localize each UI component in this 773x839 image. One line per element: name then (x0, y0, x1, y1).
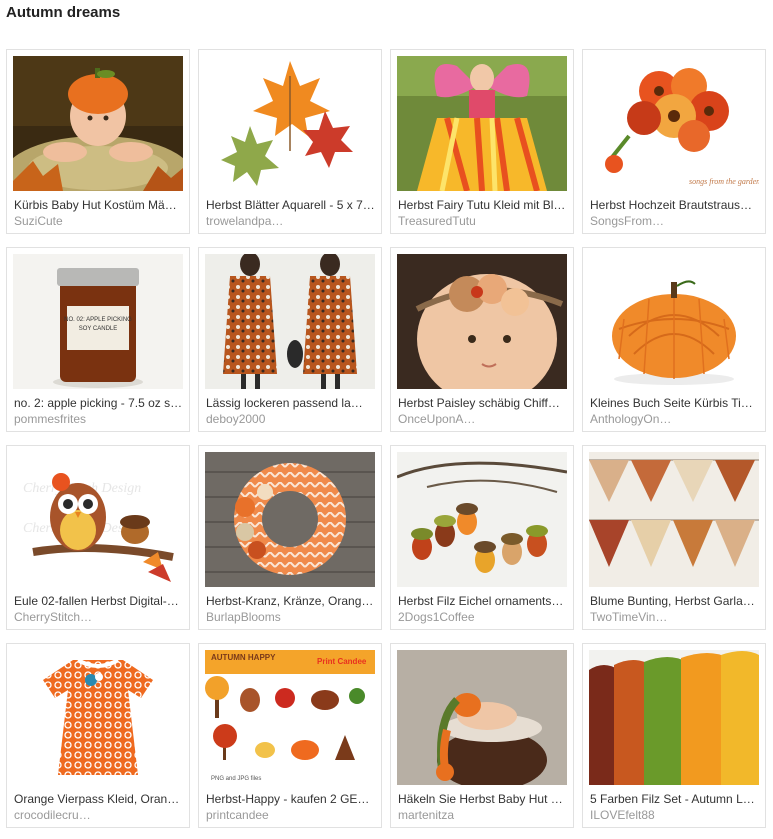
product-card[interactable]: Cherry Stitch Design Cherry Stitch Desig… (6, 445, 190, 630)
product-image[interactable] (205, 452, 375, 587)
product-card[interactable]: NO. 02: APPLE PICKING SOY CANDLE no. 2: … (6, 247, 190, 432)
shop-name[interactable]: ILOVEfelt88 (590, 808, 760, 822)
shop-name[interactable]: OnceUponA… (398, 412, 568, 426)
shop-name[interactable]: deboy2000 (206, 412, 376, 426)
product-image[interactable]: AUTUMN HAPPY Print Candee PNG and JPG fi… (205, 650, 375, 785)
shop-name[interactable]: TreasuredTutu (398, 214, 568, 228)
page-title: Autumn dreams (6, 4, 121, 21)
shop-name[interactable]: CherryStitch… (14, 610, 184, 624)
shop-name[interactable]: martenitza (398, 808, 568, 822)
banner-text: AUTUMN HAPPY (211, 653, 276, 662)
shop-name[interactable]: printcandee (206, 808, 376, 822)
product-title[interactable]: Eule 02-fallen Herbst Digital-… (14, 594, 184, 608)
product-image[interactable] (205, 254, 375, 389)
product-title[interactable]: Lässig lockeren passend la… (206, 396, 376, 410)
product-card[interactable]: 5 Farben Filz Set - Autumn L… ILOVEfelt8… (582, 643, 766, 828)
product-card[interactable]: Herbst Fairy Tutu Kleid mit Bl… Treasure… (390, 49, 574, 234)
shop-name[interactable]: BurlapBlooms (206, 610, 376, 624)
product-card[interactable]: Lässig lockeren passend la… deboy2000 (198, 247, 382, 432)
product-card[interactable]: songs from the garden Herbst Hochzeit Br… (582, 49, 766, 234)
product-image[interactable] (13, 56, 183, 191)
product-image[interactable] (397, 452, 567, 587)
product-image[interactable] (397, 56, 567, 191)
product-image[interactable] (589, 650, 759, 785)
product-title[interactable]: 5 Farben Filz Set - Autumn L… (590, 792, 760, 806)
product-image[interactable] (589, 452, 759, 587)
label-text: NO. 02: APPLE PICKING (64, 317, 132, 323)
product-card[interactable]: Herbst Blätter Aquarell - 5 x 7… trowela… (198, 49, 382, 234)
product-title[interactable]: Herbst-Happy - kaufen 2 GE… (206, 792, 376, 806)
shop-name[interactable]: AnthologyOn… (590, 412, 760, 426)
product-title[interactable]: Herbst Blätter Aquarell - 5 x 7… (206, 198, 376, 212)
product-title[interactable]: Herbst Paisley schäbig Chiff… (398, 396, 568, 410)
product-card[interactable]: Kürbis Baby Hut Kostüm Mä… SuziCute (6, 49, 190, 234)
shop-name[interactable]: TwoTimeVin… (590, 610, 760, 624)
product-title[interactable]: Orange Vierpass Kleid, Oran… (14, 792, 184, 806)
product-title[interactable]: no. 2: apple picking - 7.5 oz s… (14, 396, 184, 410)
product-image[interactable] (397, 650, 567, 785)
item-grid: Kürbis Baby Hut Kostüm Mä… SuziCute Herb… (6, 49, 766, 828)
brand-text: Print Candee (317, 657, 367, 666)
product-title[interactable]: Herbst Fairy Tutu Kleid mit Bl… (398, 198, 568, 212)
product-title[interactable]: Blume Bunting, Herbst Garla… (590, 594, 760, 608)
product-image[interactable]: Cherry Stitch Design Cherry Stitch Desig… (13, 452, 183, 587)
product-card[interactable]: Blume Bunting, Herbst Garla… TwoTimeVin… (582, 445, 766, 630)
product-title[interactable]: Kleines Buch Seite Kürbis Ti… (590, 396, 760, 410)
product-image[interactable] (13, 650, 183, 785)
product-title[interactable]: Herbst Filz Eichel ornaments… (398, 594, 568, 608)
watermark-text: songs from the garden (689, 177, 759, 186)
product-card[interactable]: Kleines Buch Seite Kürbis Ti… AnthologyO… (582, 247, 766, 432)
product-card[interactable]: Herbst-Kranz, Kränze, Orang… BurlapBloom… (198, 445, 382, 630)
product-card[interactable]: Herbst Paisley schäbig Chiff… OnceUponA… (390, 247, 574, 432)
footer-text: PNG and JPG files (211, 776, 261, 782)
product-image[interactable] (205, 56, 375, 191)
shop-name[interactable]: SuziCute (14, 214, 184, 228)
product-title[interactable]: Kürbis Baby Hut Kostüm Mä… (14, 198, 184, 212)
product-title[interactable]: Herbst Hochzeit Brautstraus… (590, 198, 760, 212)
product-title[interactable]: Häkeln Sie Herbst Baby Hut … (398, 792, 568, 806)
product-title[interactable]: Herbst-Kranz, Kränze, Orang… (206, 594, 376, 608)
shop-name[interactable]: pommesfrites (14, 412, 184, 426)
shop-name[interactable]: 2Dogs1Coffee (398, 610, 568, 624)
product-card[interactable]: AUTUMN HAPPY Print Candee PNG and JPG fi… (198, 643, 382, 828)
product-image[interactable] (397, 254, 567, 389)
shop-name[interactable]: crocodilecru… (14, 808, 184, 822)
product-card[interactable]: Häkeln Sie Herbst Baby Hut … martenitza (390, 643, 574, 828)
product-card[interactable]: Orange Vierpass Kleid, Oran… crocodilecr… (6, 643, 190, 828)
product-image[interactable]: songs from the garden (589, 56, 759, 191)
shop-name[interactable]: SongsFrom… (590, 214, 760, 228)
product-image[interactable]: NO. 02: APPLE PICKING SOY CANDLE (13, 254, 183, 389)
label-text: SOY CANDLE (79, 326, 118, 332)
product-image[interactable] (589, 254, 759, 389)
product-card[interactable]: Herbst Filz Eichel ornaments… 2Dogs1Coff… (390, 445, 574, 630)
shop-name[interactable]: trowelandpa… (206, 214, 376, 228)
